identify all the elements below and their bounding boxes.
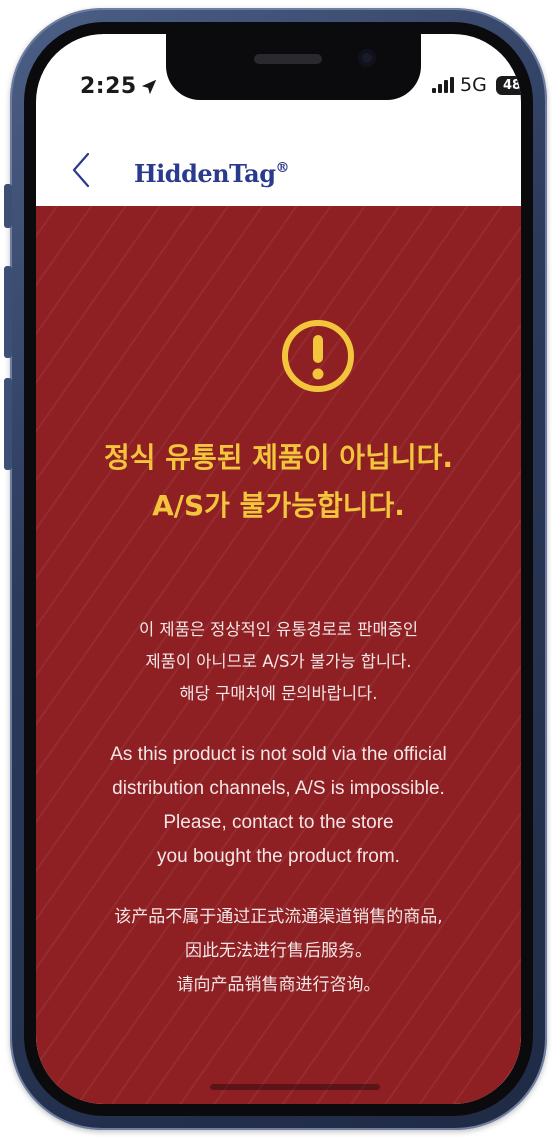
headline-line-1: 정식 유통된 제품이 아닙니다. — [103, 441, 453, 474]
phone-frame: 2:25 5G 48 HiddenTag ® 정식 유통된 제품이 아닙니다. … — [4, 8, 547, 1130]
phone-screen: 2:25 5G 48 HiddenTag ® 정식 유통된 제품이 아닙니다. … — [36, 34, 521, 1104]
nav-bar: HiddenTag ® — [36, 134, 521, 206]
cellular-signal-icon — [432, 77, 454, 93]
chinese-line: 该产品不属于通过正式流通渠道销售的商品, — [114, 907, 443, 927]
status-time: 2:25 — [80, 74, 137, 99]
earpiece-speaker — [254, 54, 322, 64]
volume-up-button — [4, 266, 12, 358]
warning-panel: 정식 유통된 제품이 아닙니다. A/S가 불가능합니다. 이 제품은 정상적인… — [36, 206, 521, 1104]
exclamation-circle-icon — [282, 320, 354, 392]
location-arrow-icon — [141, 79, 157, 95]
logo-registered-mark: ® — [275, 160, 290, 176]
logo-text: HiddenTag — [134, 159, 276, 188]
chinese-line: 因此无法进行售后服务。 — [185, 941, 372, 961]
korean-line: 해당 구매처에 문의바랍니다. — [179, 684, 378, 703]
action-button — [4, 184, 12, 228]
network-type: 5G — [460, 74, 487, 96]
chinese-line: 请向产品销售商进行咨询。 — [176, 975, 381, 995]
message-english: As this product is not sold via the offi… — [36, 738, 521, 874]
english-line: distribution channels, A/S is impossible… — [112, 778, 445, 799]
battery-level: 48 — [496, 76, 521, 95]
english-line: Please, contact to the store — [163, 812, 394, 833]
english-line: you bought the product from. — [157, 846, 400, 867]
front-camera — [358, 49, 376, 67]
korean-line: 제품이 아니므로 A/S가 불가능 합니다. — [145, 652, 412, 671]
english-line: As this product is not sold via the offi… — [110, 744, 447, 765]
message-korean: 이 제품은 정상적인 유통경로로 판매중인 제품이 아니므로 A/S가 불가능 … — [36, 614, 521, 710]
headline-line-2: A/S가 불가능합니다. — [152, 489, 405, 522]
home-indicator[interactable] — [210, 1084, 380, 1090]
volume-down-button — [4, 378, 12, 470]
notch — [166, 34, 421, 100]
korean-line: 이 제품은 정상적인 유통경로로 판매중인 — [138, 620, 419, 639]
message-chinese: 该产品不属于通过正式流通渠道销售的商品, 因此无法进行售后服务。 请向产品销售商… — [36, 900, 521, 1002]
warning-headline: 정식 유통된 제품이 아닙니다. A/S가 불가능합니다. — [36, 434, 521, 530]
hiddentag-logo: HiddenTag ® — [134, 154, 289, 188]
phone-bezel: 2:25 5G 48 HiddenTag ® 정식 유통된 제품이 아닙니다. … — [24, 22, 533, 1116]
chevron-left-icon[interactable] — [66, 148, 96, 192]
